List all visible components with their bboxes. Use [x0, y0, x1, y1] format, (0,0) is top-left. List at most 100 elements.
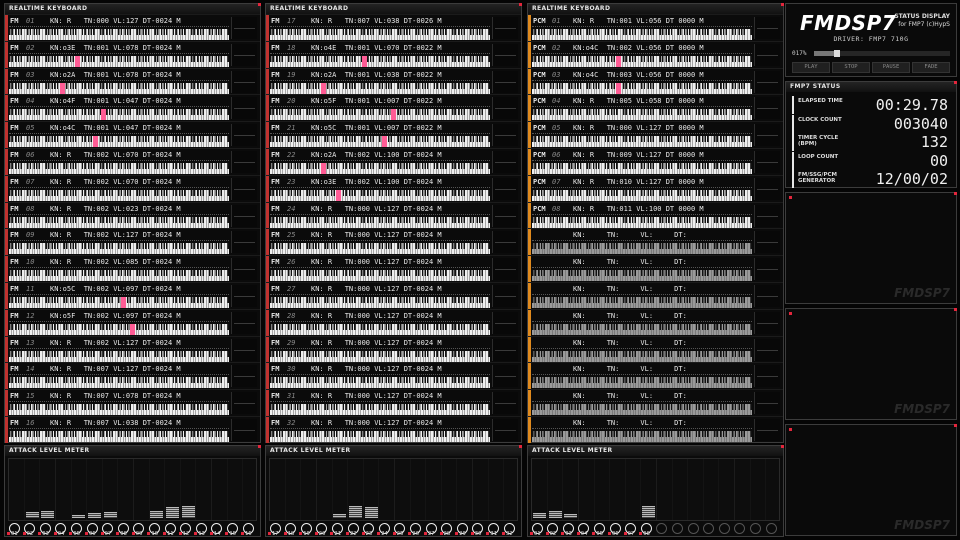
- channel-knob[interactable]: 17: [268, 523, 282, 537]
- channel-knob[interactable]: 10: [147, 523, 161, 537]
- status-value: 12/00/02: [875, 170, 948, 188]
- channel-knob[interactable]: [717, 523, 731, 534]
- channel-level-box: [231, 392, 257, 415]
- channel-knob[interactable]: 18: [283, 523, 298, 537]
- channel-row: FM 09 KN: R TN:002 VL:127 DT-0024 M: [5, 228, 260, 256]
- black-keys: [9, 296, 229, 303]
- channel-values: KN: R TN:000 VL:127 DT-0024 M: [311, 338, 442, 347]
- channel-knob[interactable]: 26: [408, 523, 422, 537]
- level-line: [234, 269, 255, 271]
- channel-knob[interactable]: [764, 523, 778, 534]
- level-line: [757, 242, 778, 244]
- channel-knob[interactable]: 11: [163, 523, 177, 537]
- progress-handle[interactable]: [834, 50, 841, 57]
- channel-knob[interactable]: 07: [623, 523, 638, 537]
- fade-button[interactable]: FADE: [912, 62, 950, 73]
- channel-knob[interactable]: 15: [225, 523, 239, 537]
- knob-label: 06: [608, 531, 624, 537]
- channel-knob[interactable]: 08: [116, 523, 130, 537]
- channel-knob[interactable]: 05: [69, 523, 83, 537]
- channel-knob[interactable]: 30: [470, 523, 485, 537]
- channel-row: FM 10 KN: R TN:002 VL:085 DT-0024 M: [5, 255, 260, 283]
- channel-knob[interactable]: 14: [209, 523, 224, 537]
- knob-label-text: 07: [627, 531, 635, 537]
- knob-label-text: 29: [459, 531, 466, 537]
- channel-knob[interactable]: 05: [592, 523, 606, 537]
- progress-bar[interactable]: [814, 50, 950, 57]
- knob-label: 24: [377, 531, 393, 537]
- knob-label: 09: [131, 531, 148, 537]
- channel-knob[interactable]: [702, 523, 716, 534]
- attack-level-meter-panel: ATTACK LEVEL METER 01 02 03 04 05 06 07 08 09 10 11…: [4, 445, 261, 537]
- channel-knob[interactable]: 06: [608, 523, 624, 537]
- channel-knob[interactable]: 01: [530, 523, 544, 537]
- black-keys: [532, 243, 752, 250]
- pause-button[interactable]: PAUSE: [872, 62, 910, 73]
- mute-led-icon: [147, 532, 151, 535]
- channel-knob[interactable]: [748, 523, 762, 534]
- attack-level-meter-panel: ATTACK LEVEL METER 01 02 03 04 05 06 07 08: [527, 445, 784, 537]
- channel-header: FM 27 KN: R TN:000 VL:127 DT-0024 M: [266, 285, 492, 294]
- channel-type: FM: [271, 43, 280, 52]
- stop-button[interactable]: STOP: [832, 62, 870, 73]
- channel-knob[interactable]: 07: [100, 523, 115, 537]
- channel-type: FM: [10, 365, 19, 374]
- channel-knob[interactable]: 20: [314, 523, 329, 537]
- channel-knob[interactable]: 03: [38, 523, 52, 537]
- channel-row: KN: TN: VL: DT:: [528, 228, 783, 256]
- channel-type: FM: [271, 17, 280, 25]
- channel-level-box: [492, 124, 518, 147]
- channel-level-box: [754, 97, 780, 120]
- channel-level-box: [492, 365, 518, 388]
- channel-knob[interactable]: 04: [576, 523, 591, 537]
- channel-knob[interactable]: 09: [131, 523, 148, 537]
- channel-knob[interactable]: 01: [7, 523, 21, 537]
- mute-led-icon: [178, 532, 182, 535]
- channel-values: KN: R TN:009 VL:127 DT 0000 M: [573, 150, 704, 159]
- channel-number: 08: [552, 204, 561, 213]
- channel-row: FM 26 KN: R TN:000 VL:127 DT-0024 M: [266, 255, 521, 283]
- channel-knob[interactable]: 13: [194, 523, 208, 537]
- channel-knob[interactable]: [655, 523, 669, 534]
- meter-bar: [642, 506, 656, 518]
- meter-bar: [564, 514, 578, 518]
- level-line: [234, 429, 255, 431]
- channel-knob[interactable]: 25: [392, 523, 407, 537]
- channel-knob[interactable]: 29: [455, 523, 469, 537]
- channel-row: PCM 07 KN: R TN:010 VL:127 DT 0000 M: [528, 174, 783, 202]
- channel-level-box: [231, 365, 257, 388]
- mute-led-icon: [592, 532, 596, 535]
- channel-knob[interactable]: 22: [346, 523, 360, 537]
- channel-knob[interactable]: 03: [561, 523, 575, 537]
- channel-header: FM 05 KN:o4C TN:001 VL:047 DT-0024 M: [5, 124, 231, 133]
- channel-knob[interactable]: 12: [178, 523, 193, 537]
- channel-knob[interactable]: 02: [545, 523, 560, 537]
- channel-knob[interactable]: 19: [299, 523, 313, 537]
- channel-knob[interactable]: [733, 523, 747, 534]
- channel-knob[interactable]: [686, 523, 700, 534]
- mute-led-icon: [241, 532, 244, 535]
- channel-level-box: [754, 150, 780, 173]
- channel-knob[interactable]: 06: [85, 523, 99, 537]
- channel-knob[interactable]: 27: [424, 523, 438, 537]
- channel-knob[interactable]: 24: [377, 523, 393, 537]
- channel-knob[interactable]: 02: [22, 523, 37, 537]
- channel-knob[interactable]: [670, 523, 684, 534]
- play-button[interactable]: PLAY: [792, 62, 830, 73]
- channel-level-box: [492, 418, 518, 441]
- channel-type: PCM: [533, 177, 546, 186]
- channel-level-box: [754, 177, 780, 200]
- channel-knob[interactable]: 31: [486, 523, 500, 537]
- channel-header: FM 19 KN:o2A TN:001 VL:038 DT-0022 M: [266, 71, 492, 80]
- channel-knob[interactable]: 16: [241, 523, 255, 537]
- channel-knob[interactable]: 08: [639, 523, 653, 537]
- active-note: [121, 296, 127, 308]
- channel-values: KN: R TN:011 VL:100 DT 0000 M: [573, 204, 704, 213]
- channel-knob[interactable]: 28: [439, 523, 454, 537]
- channel-knob[interactable]: 21: [330, 523, 344, 537]
- channel-knob[interactable]: 04: [53, 523, 68, 537]
- channel-level-box: [754, 258, 780, 281]
- channel-knob[interactable]: 23: [361, 523, 376, 537]
- level-line: [495, 322, 516, 324]
- channel-knob[interactable]: 32: [502, 523, 516, 537]
